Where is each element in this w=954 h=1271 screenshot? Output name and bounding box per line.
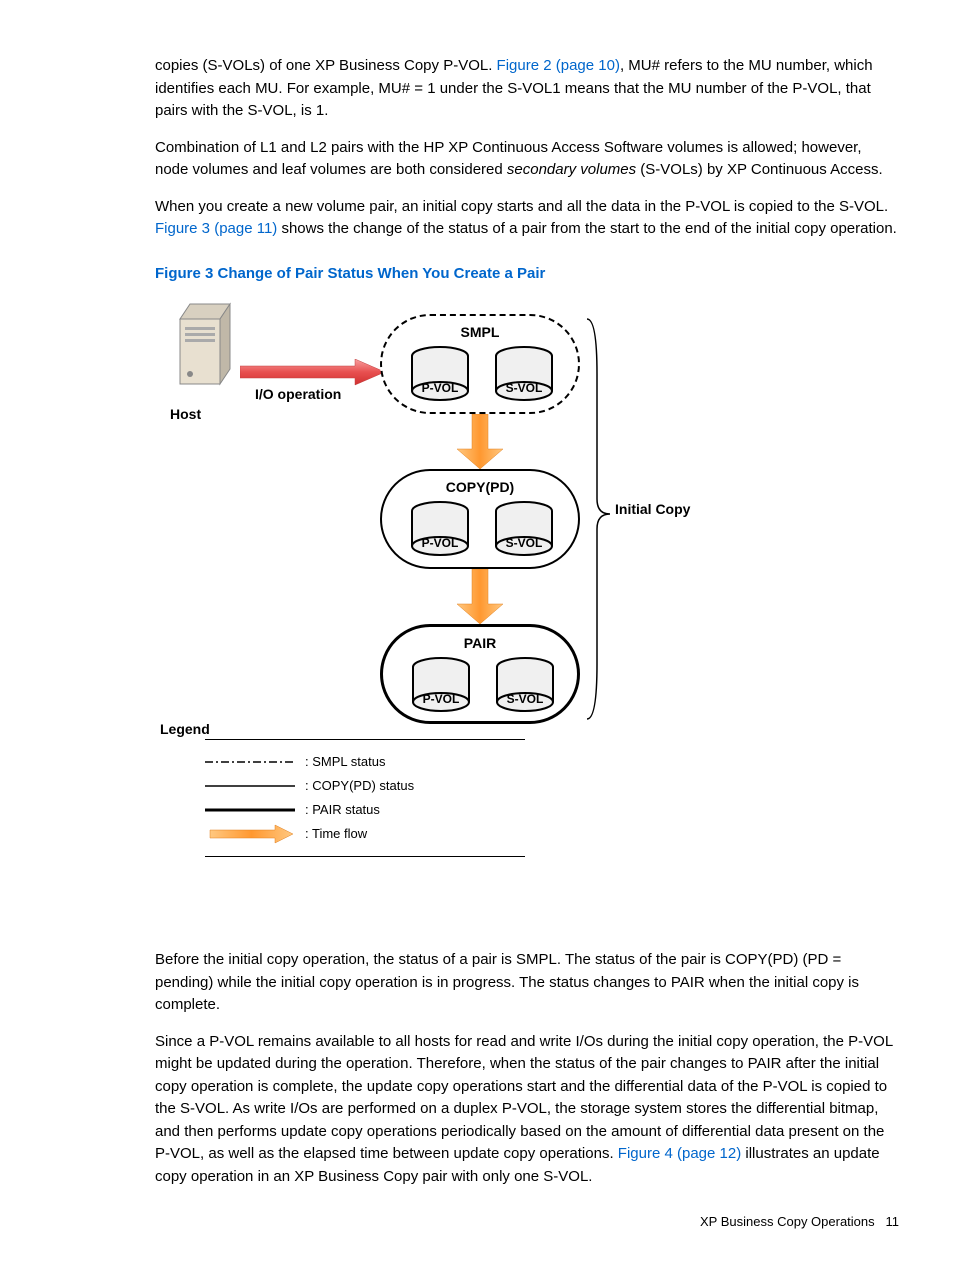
copypd-title: COPY(PD): [382, 477, 578, 498]
svol-label: S-VOL: [494, 379, 554, 397]
text: Since a P-VOL remains available to all h…: [155, 1033, 893, 1163]
figure-2-link[interactable]: Figure 2 (page 10): [497, 57, 620, 74]
pair-line-icon: [205, 808, 295, 812]
pvol-cylinder: P-VOL: [411, 657, 471, 712]
legend-label: : COPY(PD) status: [305, 776, 414, 796]
initial-copy-label: Initial Copy: [615, 499, 690, 520]
pvol-cylinder: P-VOL: [410, 501, 470, 556]
legend-label: : Time flow: [305, 824, 367, 844]
page-footer: XP Business Copy Operations 11: [700, 1212, 899, 1232]
smpl-status-box: SMPL P-VOL S-VOL: [380, 314, 580, 414]
paragraph-2: Combination of L1 and L2 pairs with the …: [155, 137, 899, 182]
legend-row-smpl: : SMPL status: [205, 750, 525, 774]
legend-row-timeflow: : Time flow: [205, 822, 525, 846]
timeflow-arrow-icon: [205, 824, 295, 844]
svol-cylinder: S-VOL: [495, 657, 555, 712]
smpl-title: SMPL: [382, 322, 578, 343]
svol-cylinder: S-VOL: [494, 501, 554, 556]
legend-row-copypd: : COPY(PD) status: [205, 774, 525, 798]
figure-4-link[interactable]: Figure 4 (page 12): [618, 1145, 741, 1162]
brace-icon: [585, 314, 615, 724]
figure-3-link[interactable]: Figure 3 (page 11): [155, 220, 277, 237]
paragraph-4: Before the initial copy operation, the s…: [155, 949, 899, 1017]
text: (S-VOLs) by XP Continuous Access.: [636, 161, 883, 178]
time-flow-arrow-icon: [455, 569, 505, 624]
pair-status-box: PAIR P-VOL S-VOL: [380, 624, 580, 724]
time-flow-arrow-icon: [455, 414, 505, 469]
legend-title: Legend: [160, 719, 210, 740]
svol-label: S-VOL: [495, 690, 555, 708]
text: shows the change of the status of a pair…: [277, 220, 897, 237]
io-operation-label: I/O operation: [255, 384, 341, 405]
pvol-label: P-VOL: [410, 534, 470, 552]
smpl-line-icon: [205, 761, 295, 763]
figure-3-caption: Figure 3 Change of Pair Status When You …: [155, 263, 899, 286]
paragraph-5: Since a P-VOL remains available to all h…: [155, 1031, 899, 1189]
svol-cylinder: S-VOL: [494, 346, 554, 401]
svol-label: S-VOL: [494, 534, 554, 552]
figure-3-diagram: Host I/O operation SMPL P-VOL S-VOL COPY…: [155, 299, 755, 919]
footer-section: XP Business Copy Operations: [700, 1214, 875, 1229]
paragraph-3: When you create a new volume pair, an in…: [155, 196, 899, 241]
host-icon: [175, 299, 245, 394]
pvol-cylinder: P-VOL: [410, 346, 470, 401]
pvol-label: P-VOL: [410, 379, 470, 397]
text: When you create a new volume pair, an in…: [155, 198, 888, 215]
page-number: 11: [886, 1214, 900, 1229]
legend-label: : PAIR status: [305, 800, 380, 820]
text-italic: secondary volumes: [507, 161, 636, 178]
pair-title: PAIR: [383, 633, 577, 654]
copypd-status-box: COPY(PD) P-VOL S-VOL: [380, 469, 580, 569]
legend-box: : SMPL status : COPY(PD) status : PAIR s…: [205, 739, 525, 857]
host-label: Host: [170, 404, 201, 425]
copypd-line-icon: [205, 785, 295, 787]
text: copies (S-VOLs) of one XP Business Copy …: [155, 57, 497, 74]
pvol-label: P-VOL: [411, 690, 471, 708]
paragraph-1: copies (S-VOLs) of one XP Business Copy …: [155, 55, 899, 123]
legend-label: : SMPL status: [305, 752, 385, 772]
legend-row-pair: : PAIR status: [205, 798, 525, 822]
